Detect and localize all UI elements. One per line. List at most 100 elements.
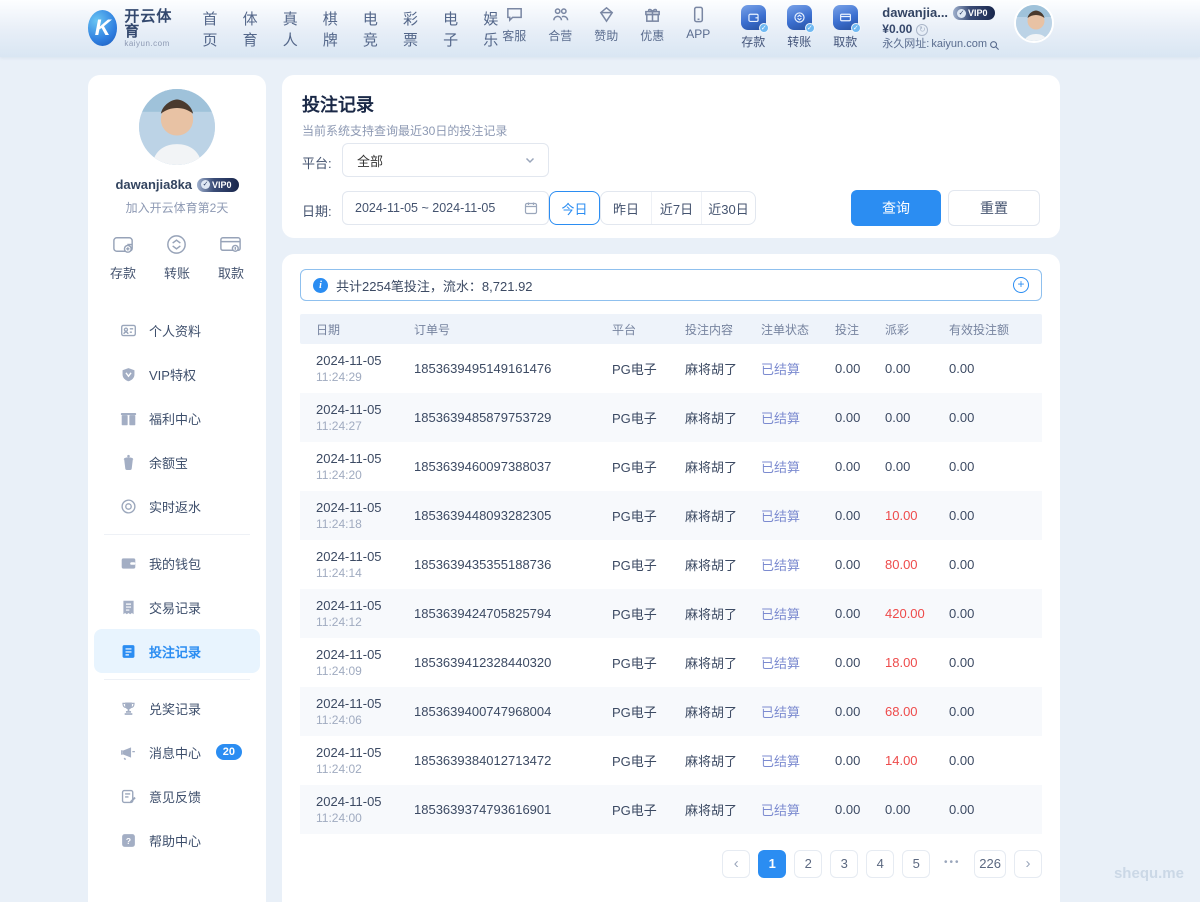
page-number-button[interactable]: 3	[830, 850, 858, 878]
nav-link[interactable]: 体育	[243, 8, 258, 50]
expand-plus-icon[interactable]: +	[1013, 277, 1029, 293]
deposit-button[interactable]: ✓ 存款	[736, 5, 770, 50]
header-right: 客服 合营 赞助 优惠 APP ✓ 存款	[498, 5, 1054, 52]
range-30days-button[interactable]: 近30日	[701, 192, 755, 224]
sidebar-item-transactions[interactable]: 交易记录	[94, 585, 260, 629]
page-number-button[interactable]: 1	[758, 850, 786, 878]
summary-text: 共计2254笔投注，流水：8,721.92	[336, 276, 533, 295]
sidebar-item-wallet[interactable]: 我的钱包	[94, 541, 260, 585]
sidebar-item-yuebao[interactable]: 余额宝	[94, 440, 260, 484]
sponsor-link[interactable]: 赞助	[590, 5, 622, 44]
sidebar-withdraw-button[interactable]: 取款	[218, 232, 244, 282]
sidebar-deposit-button[interactable]: 存款	[110, 232, 136, 282]
search-button[interactable]: 查询	[851, 190, 941, 226]
nav-link[interactable]: 娱乐	[483, 8, 498, 50]
cell-platform: PG电子	[604, 800, 677, 819]
partner-link[interactable]: 合营	[544, 5, 576, 44]
sidebar-item-profile[interactable]: 个人资料	[94, 308, 260, 352]
cell-date: 2024-11-05 11:24:29	[300, 352, 406, 386]
refresh-balance-icon[interactable]: ↻	[916, 24, 928, 36]
cell-platform: PG电子	[604, 702, 677, 721]
next-page-button[interactable]: ›	[1014, 850, 1042, 878]
platform-select[interactable]: 全部	[342, 143, 549, 177]
receipt-icon	[120, 599, 137, 616]
page-number-button[interactable]: 2	[794, 850, 822, 878]
cell-payout: 18.00	[885, 655, 918, 670]
cell-bet-amount: 0.00	[827, 704, 877, 719]
profile-username: dawanjia8ka	[115, 177, 192, 192]
sidebar-item-label: 帮助中心	[149, 831, 201, 850]
feedback-icon	[120, 788, 137, 805]
row-date: 2024-11-05	[316, 744, 406, 762]
sidebar-item-rebate[interactable]: 实时返水	[94, 484, 260, 528]
summary-bar: i 共计2254笔投注，流水：8,721.92 +	[300, 269, 1042, 301]
table-row: 2024-11-05 11:24:12 1853639424705825794 …	[300, 589, 1042, 638]
sidebar-item-label: 个人资料	[149, 321, 201, 340]
last-page-button[interactable]: 226	[974, 850, 1006, 878]
diamond-icon	[597, 5, 616, 24]
nav-link[interactable]: 棋牌	[323, 8, 338, 50]
magnifier-icon[interactable]	[989, 40, 1000, 51]
promo-link[interactable]: 优惠	[636, 5, 668, 44]
table-row: 2024-11-05 11:24:14 1853639435355188736 …	[300, 540, 1042, 589]
nav-link[interactable]: 真人	[283, 8, 298, 50]
sidebar-item-feedback[interactable]: 意见反馈	[94, 774, 260, 818]
cell-valid-amount: 0.00	[941, 508, 1042, 523]
nav-link[interactable]: 电子	[443, 8, 458, 50]
cell-platform: PG电子	[604, 653, 677, 672]
calendar-icon	[524, 201, 538, 215]
sidebar-item-vip[interactable]: VIP特权	[94, 352, 260, 396]
sidebar-item-label: 实时返水	[149, 497, 201, 516]
partners-icon	[551, 5, 570, 24]
row-date: 2024-11-05	[316, 646, 406, 664]
table-row: 2024-11-05 11:24:02 1853639384012713472 …	[300, 736, 1042, 785]
id-card-icon	[120, 322, 137, 339]
nav-link[interactable]: 彩票	[403, 8, 418, 50]
reset-button[interactable]: 重置	[948, 190, 1040, 226]
permanent-url: 永久网址: kaiyun.com	[882, 38, 1000, 52]
range-today-button[interactable]: 今日	[549, 191, 600, 225]
joined-days-text: 加入开云体育第2天	[88, 199, 266, 216]
sponsor-label: 赞助	[594, 27, 618, 44]
sidebar-transfer-button[interactable]: 转账	[164, 232, 190, 282]
info-icon: i	[313, 278, 328, 293]
cell-platform: PG电子	[604, 408, 677, 427]
range-yesterday-button[interactable]: 昨日	[601, 192, 651, 224]
user-avatar[interactable]	[1014, 3, 1054, 43]
sidebar-item-messages[interactable]: 消息中心 20	[94, 730, 260, 774]
row-date: 2024-11-05	[316, 401, 406, 419]
cell-valid-amount: 0.00	[941, 802, 1042, 817]
prev-page-button[interactable]: ‹	[722, 850, 750, 878]
brand-logo[interactable]: K 开云体育 kaiyun.com	[88, 9, 176, 49]
customer-service-link[interactable]: 客服	[498, 5, 530, 44]
range-7days-button[interactable]: 近7日	[651, 192, 701, 224]
site-url: kaiyun.com	[931, 38, 987, 52]
cell-date: 2024-11-05 11:24:00	[300, 793, 406, 827]
page-title: 投注记录	[302, 91, 374, 117]
sidebar-item-betting-records[interactable]: 投注记录	[94, 629, 260, 673]
check-badge-icon: ✓	[759, 23, 769, 33]
cell-status: 已结算	[761, 411, 800, 426]
transfer-button[interactable]: ✓ 转账	[782, 5, 816, 50]
cell-bet-content: 麻将胡了	[677, 800, 753, 819]
nav-link[interactable]: 电竞	[363, 8, 378, 50]
app-link[interactable]: APP	[682, 5, 714, 41]
username[interactable]: dawanjia...	[882, 5, 948, 21]
page-number-button[interactable]: 5	[902, 850, 930, 878]
sidebar-item-help[interactable]: ? 帮助中心	[94, 818, 260, 862]
sidebar-item-prizes[interactable]: 兑奖记录	[94, 686, 260, 730]
promo-label: 优惠	[640, 27, 664, 44]
sidebar-item-welfare[interactable]: 福利中心	[94, 396, 260, 440]
row-time: 11:24:02	[316, 761, 406, 777]
page-number-button[interactable]: 4	[866, 850, 894, 878]
cell-valid-amount: 0.00	[941, 753, 1042, 768]
withdraw-button[interactable]: ✓ 取款	[828, 5, 862, 50]
sidebar: dawanjia8ka ✓VIP0 加入开云体育第2天 存款 转账 取款 个人资…	[88, 75, 266, 902]
date-range-input[interactable]: 2024-11-05 ~ 2024-11-05	[342, 191, 549, 225]
nav-link[interactable]: 首页	[202, 8, 217, 50]
cell-order-number: 1853639460097388037	[406, 459, 604, 474]
gift-icon	[643, 5, 662, 24]
row-time: 11:24:06	[316, 712, 406, 728]
cell-platform: PG电子	[604, 359, 677, 378]
profile-avatar[interactable]	[139, 89, 215, 165]
